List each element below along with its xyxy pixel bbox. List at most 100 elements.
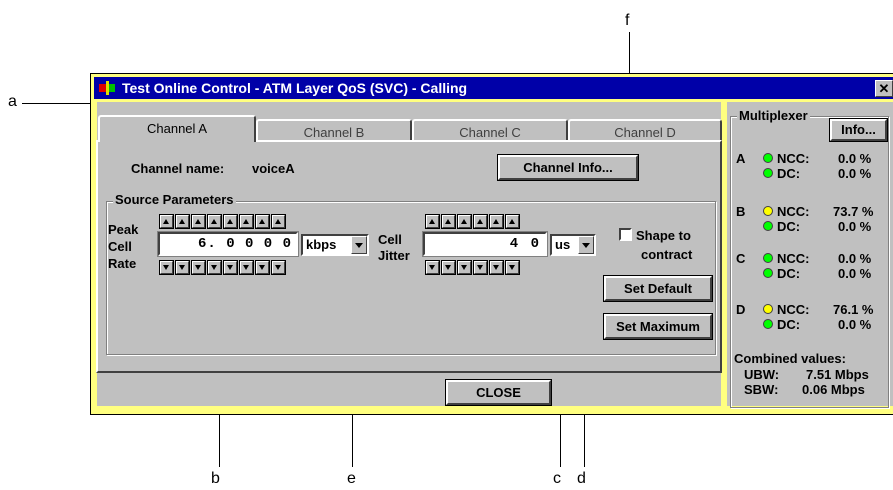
mux-c-dc-led-icon [763, 268, 773, 278]
tab-channel-c[interactable]: Channel C [412, 119, 568, 141]
jitter-value-field[interactable]: 4 0 [423, 232, 547, 256]
shape-to-contract-checkbox[interactable] [619, 228, 632, 241]
pcr-digit-up-button[interactable] [240, 215, 253, 228]
mux-channel-c-id: C [736, 251, 746, 266]
mux-a-ncc-label: NCC: [777, 151, 810, 166]
pcr-digit-up-button[interactable] [160, 215, 173, 228]
mux-c-dc-value: 0.0 % [838, 266, 872, 281]
jitter-digit-down-button[interactable] [490, 261, 503, 274]
jitter-unit-value: us [555, 237, 571, 252]
tab-channel-a[interactable]: Channel A [98, 115, 256, 142]
pcr-unit-value: kbps [306, 237, 337, 252]
mux-b-dc-value: 0.0 % [838, 219, 872, 234]
mux-c-ncc-label: NCC: [777, 251, 810, 266]
pcr-label-cell: Cell [108, 239, 132, 254]
pcr-increment-buttons [160, 215, 288, 228]
mux-d-dc-led-icon [763, 319, 773, 329]
mux-a-dc-label: DC: [777, 166, 801, 181]
jitter-digit-up-button[interactable] [490, 215, 503, 228]
callout-e: e [347, 470, 356, 487]
mux-c-dc-label: DC: [777, 266, 801, 281]
mux-d-dc-value: 0.0 % [838, 317, 872, 332]
mux-c-ncc-led-icon [763, 253, 773, 263]
mux-d-ncc-led-icon [763, 304, 773, 314]
channel-info-button[interactable]: Channel Info... [498, 155, 638, 180]
jitter-unit-select[interactable]: us [550, 234, 596, 256]
title-bar[interactable]: Test Online Control - ATM Layer QoS (SVC… [94, 77, 893, 99]
jitter-label-jitter: Jitter [378, 248, 410, 263]
ubw-label: UBW: [744, 367, 780, 382]
jitter-digit-up-button[interactable] [458, 215, 471, 228]
mux-channel-d-id: D [736, 302, 746, 317]
pcr-digit-down-button[interactable] [160, 261, 173, 274]
pcr-digit-down-button[interactable] [224, 261, 237, 274]
mux-c-ncc-value: 0.0 % [838, 251, 872, 266]
mux-a-dc-led-icon [763, 168, 773, 178]
callout-b: b [211, 470, 220, 487]
app-icon [99, 81, 115, 95]
pcr-digit-down-button[interactable] [256, 261, 269, 274]
pcr-digit-up-button[interactable] [176, 215, 189, 228]
jitter-digit-down-button[interactable] [506, 261, 519, 274]
pcr-digit-up-button[interactable] [272, 215, 285, 228]
ubw-value: 7.51 Mbps [806, 367, 869, 382]
set-default-button[interactable]: Set Default [604, 276, 712, 301]
jitter-digit-down-button[interactable] [426, 261, 439, 274]
callout-a: a [8, 93, 17, 110]
pcr-digit-up-button[interactable] [208, 215, 221, 228]
chevron-down-icon[interactable] [578, 236, 594, 254]
pcr-digit-down-button[interactable] [240, 261, 253, 274]
pcr-unit-select[interactable]: kbps [301, 234, 369, 256]
pcr-digit-up-button[interactable] [256, 215, 269, 228]
mux-channel-b-id: B [736, 204, 746, 219]
callout-f: f [625, 12, 630, 29]
jitter-digit-up-button[interactable] [426, 215, 439, 228]
pcr-digit-down-button[interactable] [176, 261, 189, 274]
mux-b-ncc-label: NCC: [777, 204, 810, 219]
multiplexer-info-button[interactable]: Info... [830, 119, 887, 141]
close-window-button[interactable]: ✕ [875, 80, 893, 97]
window-title: Test Online Control - ATM Layer QoS (SVC… [122, 80, 468, 96]
pcr-digit-up-button[interactable] [224, 215, 237, 228]
jitter-increment-buttons [426, 215, 522, 228]
mux-a-dc-value: 0.0 % [838, 166, 872, 181]
mux-d-dc-label: DC: [777, 317, 801, 332]
pcr-digit-up-button[interactable] [192, 215, 205, 228]
mux-d-ncc-label: NCC: [777, 302, 810, 317]
jitter-digit-down-button[interactable] [458, 261, 471, 274]
mux-channel-a-id: A [736, 151, 746, 166]
pcr-digit-down-button[interactable] [208, 261, 221, 274]
pcr-digit-down-button[interactable] [272, 261, 285, 274]
pcr-digit-down-button[interactable] [192, 261, 205, 274]
shape-to-contract-label-2: contract [641, 247, 693, 262]
close-button[interactable]: CLOSE [446, 380, 551, 405]
mux-b-dc-label: DC: [777, 219, 801, 234]
shape-to-contract-label-1: Shape to [636, 228, 691, 243]
pcr-label-rate: Rate [108, 256, 137, 271]
mux-a-ncc-value: 0.0 % [838, 151, 872, 166]
tab-channel-d[interactable]: Channel D [568, 119, 722, 141]
mux-a-ncc-led-icon [763, 153, 773, 163]
pcr-label-peak: Peak [108, 222, 139, 237]
mux-d-ncc-value: 76.1 % [833, 302, 874, 317]
jitter-digit-down-button[interactable] [442, 261, 455, 274]
pcr-decrement-buttons [160, 261, 288, 274]
mux-b-dc-led-icon [763, 221, 773, 231]
callout-c: c [553, 470, 561, 487]
multiplexer-title: Multiplexer [737, 108, 810, 123]
combined-values-title: Combined values: [734, 351, 846, 366]
jitter-label-cell: Cell [378, 232, 402, 247]
jitter-digit-down-button[interactable] [474, 261, 487, 274]
pcr-value-field[interactable]: 6. 0 0 0 0 [158, 232, 298, 256]
chevron-down-icon[interactable] [351, 236, 367, 254]
jitter-digit-up-button[interactable] [474, 215, 487, 228]
channel-name-value: voiceA [252, 161, 295, 176]
jitter-decrement-buttons [426, 261, 522, 274]
mux-b-ncc-value: 73.7 % [833, 204, 874, 219]
jitter-digit-up-button[interactable] [442, 215, 455, 228]
sbw-label: SBW: [744, 382, 779, 397]
jitter-digit-up-button[interactable] [506, 215, 519, 228]
sbw-value: 0.06 Mbps [802, 382, 865, 397]
tab-channel-b[interactable]: Channel B [256, 119, 412, 141]
set-maximum-button[interactable]: Set Maximum [604, 314, 712, 339]
